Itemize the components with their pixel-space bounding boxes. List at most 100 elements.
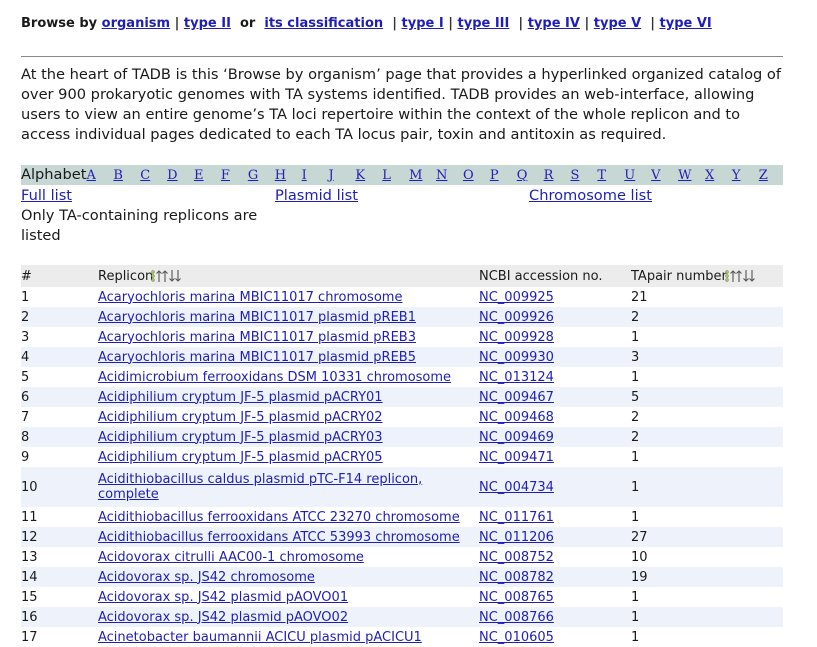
alphabet-letter-k[interactable]: K	[355, 166, 382, 186]
alphabet-letter-n[interactable]: N	[436, 166, 463, 186]
alphabet-letter-h[interactable]: H	[275, 166, 302, 186]
replicon-table: # Replicon NCBI accession no. TApair num…	[21, 265, 783, 647]
alphabet-letter-s[interactable]: S	[571, 166, 598, 186]
link-type-vi[interactable]: type VI	[660, 16, 712, 31]
alphabet-letter-l[interactable]: L	[382, 166, 409, 186]
alphabet-letter-w[interactable]: W	[678, 166, 705, 186]
link-type-v[interactable]: type V	[594, 16, 641, 31]
alphabet-letter-b[interactable]: B	[113, 166, 140, 186]
alphabet-letter-j[interactable]: J	[328, 166, 355, 186]
alphabet-letter-r[interactable]: R	[544, 166, 571, 186]
replicon-link[interactable]: Acaryochloris marina MBIC11017 plasmid p…	[98, 310, 416, 325]
replicon-link[interactable]: Acaryochloris marina MBIC11017 chromosom…	[98, 290, 402, 305]
accession-link[interactable]: NC_009926	[479, 310, 554, 325]
alphabet-letter-y[interactable]: Y	[732, 166, 759, 186]
accession-link[interactable]: NC_009928	[479, 330, 554, 345]
alphabet-letter-o[interactable]: O	[463, 166, 490, 186]
link-type-iii[interactable]: type III	[458, 16, 510, 31]
table-row: 8 Acidiphilium cryptum JF-5 plasmid pACRY…	[21, 427, 783, 447]
sort-arrows-icon[interactable]	[725, 269, 757, 283]
accession-cell: NC_009467	[479, 387, 631, 407]
accession-link[interactable]: NC_008782	[479, 570, 554, 585]
header-tapair[interactable]: TApair number	[631, 265, 783, 287]
accession-link[interactable]: NC_011206	[479, 530, 554, 545]
replicon-cell: Acinetobacter baumannii ACICU plasmid pA…	[98, 627, 479, 647]
accession-link[interactable]: NC_004734	[479, 480, 554, 495]
replicon-link[interactable]: Acidovorax citrulli AAC00-1 chromosome	[98, 550, 364, 565]
tapair-count: 1	[631, 369, 640, 385]
header-accession: NCBI accession no.	[479, 265, 631, 287]
replicon-cell: Acidiphilium cryptum JF-5 plasmid pACRY0…	[98, 427, 479, 447]
accession-link[interactable]: NC_008766	[479, 610, 554, 625]
accession-link[interactable]: NC_009930	[479, 350, 554, 365]
replicon-link[interactable]: Acidithiobacillus ferrooxidans ATCC 5399…	[98, 530, 460, 545]
replicon-link[interactable]: Acidimicrobium ferrooxidans DSM 10331 ch…	[98, 370, 451, 385]
nav-separator: |	[392, 16, 397, 31]
replicon-cell: Acidithiobacillus ferrooxidans ATCC 5399…	[98, 527, 479, 547]
replicon-link[interactable]: Acidiphilium cryptum JF-5 plasmid pACRY0…	[98, 450, 383, 465]
alphabet-letter-p[interactable]: P	[490, 166, 517, 186]
tapair-count: 5	[631, 387, 783, 407]
link-type-ii[interactable]: type II	[184, 16, 231, 31]
replicon-link[interactable]: Acinetobacter baumannii ACICU plasmid pA…	[98, 630, 422, 645]
alphabet-letter-v[interactable]: V	[651, 166, 678, 186]
accession-link[interactable]: NC_008765	[479, 590, 554, 605]
alphabet-letter-i[interactable]: I	[302, 166, 329, 186]
tapair-count: 19	[631, 567, 783, 587]
replicon-link[interactable]: Acidovorax sp. JS42 chromosome	[98, 570, 315, 585]
table-header-row: # Replicon NCBI accession no. TApair num…	[21, 265, 783, 287]
header-replicon[interactable]: Replicon	[98, 265, 479, 287]
accession-link[interactable]: NC_009468	[479, 410, 554, 425]
accession-cell: NC_011206	[479, 527, 631, 547]
replicon-link[interactable]: Acaryochloris marina MBIC11017 plasmid p…	[98, 350, 416, 365]
accession-link[interactable]: NC_009467	[479, 390, 554, 405]
replicon-link[interactable]: Acidiphilium cryptum JF-5 plasmid pACRY0…	[98, 390, 383, 405]
alphabet-letter-c[interactable]: C	[140, 166, 167, 186]
replicon-link[interactable]: Acidithiobacillus caldus plasmid pTC-F14…	[98, 472, 422, 502]
accession-link[interactable]: NC_009471	[479, 450, 554, 465]
link-type-i[interactable]: type I	[402, 16, 444, 31]
replicon-link[interactable]: Acidovorax sp. JS42 plasmid pAOVO01	[98, 590, 348, 605]
link-classification[interactable]: its classification	[264, 16, 383, 31]
alphabet-letter-u[interactable]: U	[624, 166, 651, 186]
alphabet-letter-f[interactable]: F	[221, 166, 248, 186]
replicon-link[interactable]: Acaryochloris marina MBIC11017 plasmid p…	[98, 330, 416, 345]
accession-link[interactable]: NC_009925	[479, 290, 554, 305]
accession-link[interactable]: NC_008752	[479, 550, 554, 565]
link-organism[interactable]: organism	[102, 16, 170, 31]
link-type-iv[interactable]: type IV	[528, 16, 580, 31]
replicon-link[interactable]: Acidiphilium cryptum JF-5 plasmid pACRY0…	[98, 410, 383, 425]
alphabet-letter-g[interactable]: G	[248, 166, 275, 186]
alphabet-letter-a[interactable]: A	[86, 166, 113, 186]
nav-separator: |	[584, 16, 590, 31]
sort-arrows-icon[interactable]	[151, 269, 183, 283]
table-row: 6 Acidiphilium cryptum JF-5 plasmid pACRY…	[21, 387, 783, 407]
plasmid-list-link[interactable]: Plasmid list	[275, 187, 358, 204]
replicon-cell: Acidimicrobium ferrooxidans DSM 10331 ch…	[98, 367, 479, 387]
full-list-link[interactable]: Full list	[21, 187, 72, 204]
replicon-cell: Acaryochloris marina MBIC11017 chromosom…	[98, 287, 479, 307]
alphabet-letter-t[interactable]: T	[597, 166, 624, 186]
replicon-link[interactable]: Acidovorax sp. JS42 plasmid pAOVO02	[98, 610, 348, 625]
replicon-link[interactable]: Acidithiobacillus ferrooxidans ATCC 2327…	[98, 510, 460, 525]
table-row: 2 Acaryochloris marina MBIC11017 plasmid …	[21, 307, 783, 327]
header-replicon-label: Replicon	[98, 268, 154, 284]
nav-separator: |	[650, 16, 655, 31]
replicon-link[interactable]: Acidiphilium cryptum JF-5 plasmid pACRY0…	[98, 430, 383, 445]
row-number: 11	[21, 509, 38, 525]
accession-link[interactable]: NC_009469	[479, 430, 554, 445]
accession-link[interactable]: NC_013124	[479, 370, 554, 385]
replicon-cell: Acidithiobacillus caldus plasmid pTC-F14…	[98, 467, 479, 507]
alphabet-letter-z[interactable]: Z	[759, 166, 786, 186]
alphabet-letter-q[interactable]: Q	[517, 166, 544, 186]
alphabet-letter-m[interactable]: M	[409, 166, 436, 186]
accession-cell: NC_004734	[479, 467, 631, 507]
row-number: 14	[21, 567, 98, 587]
chromosome-list-link[interactable]: Chromosome list	[529, 187, 652, 204]
accession-link[interactable]: NC_010605	[479, 630, 554, 645]
alphabet-letter-d[interactable]: D	[167, 166, 194, 186]
alphabet-letter-e[interactable]: E	[194, 166, 221, 186]
row-number: 6	[21, 387, 98, 407]
alphabet-letter-x[interactable]: X	[705, 166, 732, 186]
accession-link[interactable]: NC_011761	[479, 510, 554, 525]
